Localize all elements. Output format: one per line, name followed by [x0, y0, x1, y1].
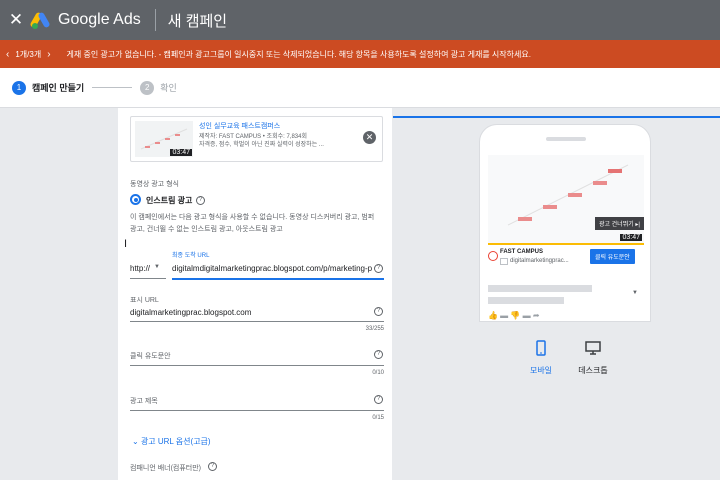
step-1[interactable]: 1 캠페인 만들기 — [0, 80, 85, 95]
placeholder-line — [488, 285, 592, 292]
step-1-label: 캠페인 만들기 — [32, 83, 85, 93]
headline-underline — [130, 410, 384, 411]
protocol-select[interactable]: http:// — [130, 264, 150, 273]
video-thumbnail[interactable]: 03:47 — [135, 121, 193, 157]
preview-cta-button: 클릭 유도문안 — [590, 249, 635, 264]
format-section-label: 동영상 광고 형식 — [130, 181, 179, 188]
final-url-label: 최종 도착 URL — [172, 253, 210, 259]
alert-count: 1개/3개 — [15, 49, 42, 59]
protocol-underline — [130, 278, 166, 279]
chevron-down-icon: ⌄ — [132, 437, 141, 446]
chevron-down-icon[interactable]: ▼ — [154, 264, 160, 270]
step-2-number: 2 — [140, 80, 155, 95]
alert-next-button[interactable]: › — [41, 49, 56, 60]
alert-bar: ‹ 1개/3개 › 게재 중인 광고가 없습니다. - 캠페인과 광고그룹이 일… — [0, 40, 720, 68]
display-url-label: 표시 URL — [130, 297, 159, 304]
channel-logo — [488, 251, 498, 261]
companion-help-icon[interactable]: ? — [208, 462, 217, 471]
skip-ad-label: 광고 건너뛰기 — [598, 222, 634, 228]
like-dislike-share-icons: 👍 ▬ 👎 ▬ ➦ — [488, 311, 540, 320]
mobile-label: 모바일 — [529, 366, 553, 375]
ad-preview-panel: 광고 건너뛰기 ▸| 03:47 FAST CAMPUS digitalmark… — [393, 108, 720, 480]
display-url-help-icon[interactable]: ? — [374, 307, 383, 316]
title-divider — [154, 9, 156, 31]
final-url-input[interactable]: digitalmdigitalmarketingprac.blogspot.co… — [172, 264, 376, 273]
stepper: 1 캠페인 만들기 2 확인 — [0, 68, 720, 108]
desktop-label: 데스크톱 — [578, 366, 608, 375]
preview-progress-bar — [488, 243, 644, 245]
instream-radio[interactable] — [130, 194, 141, 205]
advanced-url-options-link[interactable]: ⌄ 광고 URL 옵션(고급) — [132, 436, 211, 447]
preview-domain: digitalmarketingprac... — [510, 258, 569, 264]
alert-message: 게재 중인 광고가 없습니다. - 캠페인과 광고그룹이 일시중지 또는 삭제되… — [66, 49, 531, 59]
companion-banner-label: 컴패니언 배너(컴퓨터만) — [130, 465, 202, 472]
text-cursor-icon: I — [124, 238, 128, 250]
close-icon[interactable]: ✕ — [4, 10, 28, 30]
domain-icon — [500, 258, 508, 265]
headline-help-icon[interactable]: ? — [374, 395, 383, 404]
step-2-label: 확인 — [160, 83, 177, 93]
step-connector — [92, 87, 133, 88]
alert-prev-button[interactable]: ‹ — [0, 49, 15, 60]
help-icon[interactable]: ? — [196, 196, 205, 205]
display-url-counter: 33/255 — [365, 326, 384, 332]
desktop-preview-toggle[interactable]: 데스크톱 — [573, 340, 613, 376]
cta-underline — [130, 365, 384, 366]
headline-label: 광고 제목 — [130, 398, 158, 405]
chevron-down-icon: ▼ — [632, 290, 638, 296]
final-url-underline — [172, 278, 384, 280]
final-url-help-icon[interactable]: ? — [374, 264, 383, 273]
display-url-input[interactable]: digitalmarketingprac.blogspot.com — [130, 308, 251, 317]
phone-preview: 광고 건너뛰기 ▸| 03:47 FAST CAMPUS digitalmark… — [479, 124, 651, 322]
video-duration: 03:47 — [170, 149, 192, 156]
top-bar: ✕ Google Ads 새 캠페인 — [0, 0, 720, 40]
advanced-url-options-label: 광고 URL 옵션(고급) — [140, 437, 211, 446]
selected-video-card: 03:47 성인 실무교육 패스트캠퍼스 제작자: FAST CAMPUS • … — [130, 116, 383, 162]
step-2[interactable]: 2 확인 — [140, 80, 177, 95]
format-info-text: 이 캠페인에서는 다음 광고 형식을 사용할 수 없습니다. 동영상 디스커버리… — [130, 214, 375, 233]
preview-video: 광고 건너뛰기 ▸| 03:47 — [488, 155, 644, 243]
mobile-icon — [536, 340, 546, 356]
page-title: 새 캠페인 — [167, 12, 228, 30]
video-description: 자격증, 점수, 학벌이 아닌 진짜 실력이 성장하는 ... — [199, 142, 324, 148]
skip-ad-button[interactable]: 광고 건너뛰기 ▸| — [594, 217, 644, 230]
desktop-icon — [585, 341, 601, 355]
video-title[interactable]: 성인 실무교육 패스트캠퍼스 — [199, 121, 280, 131]
preview-duration: 03:47 — [620, 234, 642, 241]
preview-brand: FAST CAMPUS — [500, 249, 544, 255]
google-ads-logo — [30, 10, 52, 30]
placeholder-line — [488, 297, 564, 304]
step-1-number: 1 — [12, 80, 26, 95]
preview-top-border — [393, 116, 720, 118]
cta-label: 클릭 유도문안 — [130, 353, 171, 360]
headline-counter: 0/15 — [372, 415, 384, 421]
remove-video-icon[interactable]: ✕ — [363, 131, 376, 144]
mobile-preview-toggle[interactable]: 모바일 — [521, 340, 561, 376]
app-name: Google Ads — [58, 11, 141, 28]
cta-counter: 0/10 — [372, 370, 384, 376]
display-url-underline — [130, 321, 384, 322]
phone-speaker — [546, 137, 586, 141]
ad-form-panel: 03:47 성인 실무교육 패스트캠퍼스 제작자: FAST CAMPUS • … — [118, 108, 392, 480]
cta-help-icon[interactable]: ? — [374, 350, 383, 359]
instream-label: 인스트림 광고 — [146, 196, 193, 205]
